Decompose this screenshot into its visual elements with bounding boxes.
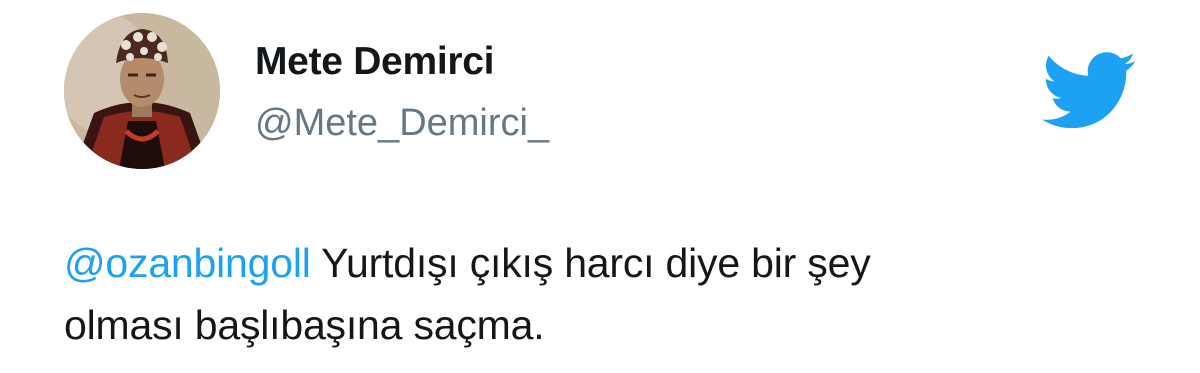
tweet-text-line1: Yurtdışı çıkış harcı diye bir şey (310, 240, 871, 286)
display-name[interactable]: Mete Demirci (255, 40, 494, 84)
tweet-text-line2: olması başlıbaşına saçma. (64, 302, 545, 348)
profile-photo-icon (64, 13, 220, 169)
avatar[interactable] (64, 13, 220, 169)
tweet-card: Mete Demirci @Mete_Demirci_ @ozanbingoll… (0, 0, 1200, 373)
mention-link[interactable]: @ozanbingoll (64, 240, 311, 286)
twitter-bird-icon[interactable] (1042, 52, 1136, 130)
user-handle[interactable]: @Mete_Demirci_ (255, 102, 549, 145)
tweet-text: @ozanbingoll Yurtdışı çıkış harcı diye b… (64, 232, 1144, 356)
